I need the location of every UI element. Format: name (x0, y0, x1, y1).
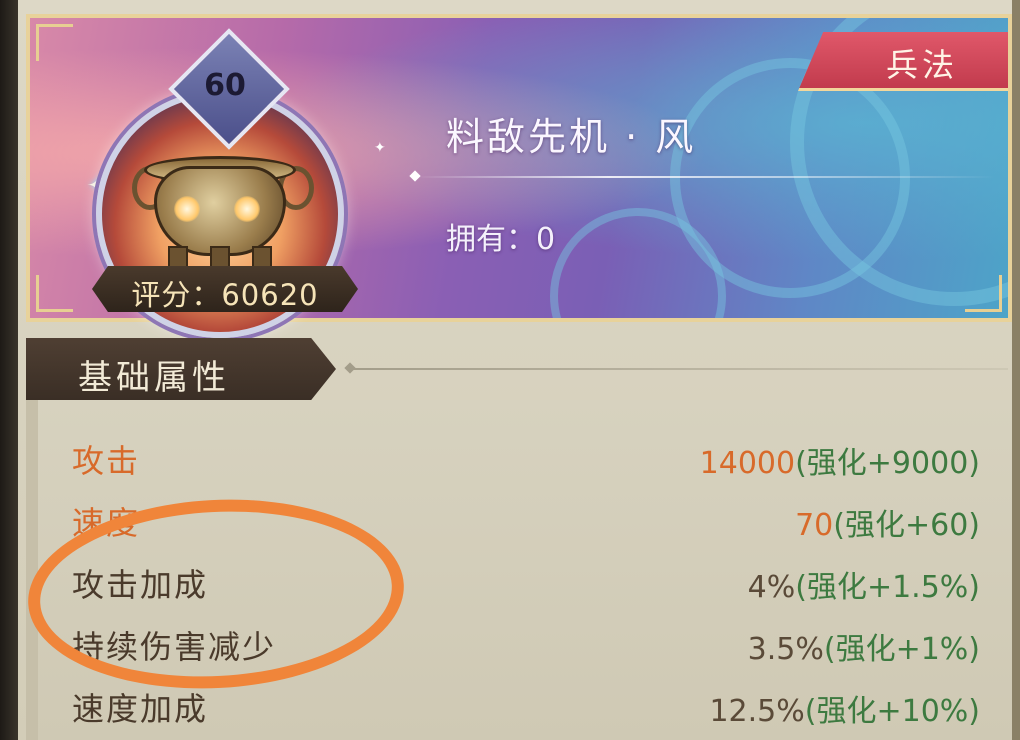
stat-base-value: 14000 (699, 446, 796, 481)
score-banner: 评分：60620 (92, 266, 358, 312)
outer-frame-left (0, 0, 18, 740)
section-divider (348, 368, 1008, 370)
category-tag-label: 兵法 (886, 46, 959, 84)
outer-frame-right (1012, 0, 1020, 740)
stat-value: 4%(强化+1.5%) (748, 562, 980, 606)
stat-value: 70(强化+60) (795, 500, 980, 544)
stat-label: 攻击 (72, 442, 141, 480)
stat-bonus-value: (强化+1.5%) (795, 570, 980, 605)
title-divider (415, 176, 995, 178)
section-header: 基础属性 (26, 338, 336, 400)
sparkle-icon: ✦ (374, 140, 386, 156)
section-title: 基础属性 (78, 358, 230, 398)
stat-base-value: 3.5% (747, 632, 824, 667)
stat-bonus-value: (强化+60) (833, 508, 980, 543)
corner-ornament (36, 275, 73, 312)
panel-border (26, 400, 38, 740)
stat-bonus-value: (强化+9000) (795, 446, 980, 481)
item-name: 料敌先机 · 风 (446, 115, 697, 159)
score-text: 评分：60620 (131, 278, 319, 312)
corner-ornament (36, 24, 73, 61)
level-value: 60 (204, 68, 246, 103)
glow-decoration (174, 196, 200, 222)
stat-bonus-value: (强化+10%) (804, 694, 980, 729)
glow-decoration (234, 196, 260, 222)
stat-value: 3.5%(强化+1%) (748, 624, 980, 668)
stat-base-value: 12.5% (709, 694, 805, 729)
stat-base-value: 4% (747, 570, 796, 605)
stat-base-value: 70 (795, 508, 834, 543)
stat-bonus-value: (强化+1%) (823, 632, 980, 667)
stat-row-attack: 攻击 14000(强化+9000) (72, 432, 980, 482)
corner-ornament (965, 275, 1002, 312)
stat-label: 速度加成 (72, 690, 209, 728)
stat-value: 12.5%(强化+10%) (709, 686, 980, 730)
stat-value: 14000(强化+9000) (700, 438, 980, 482)
owned-count: 拥有：0 (446, 222, 556, 257)
category-tag: 兵法 (798, 32, 1008, 91)
